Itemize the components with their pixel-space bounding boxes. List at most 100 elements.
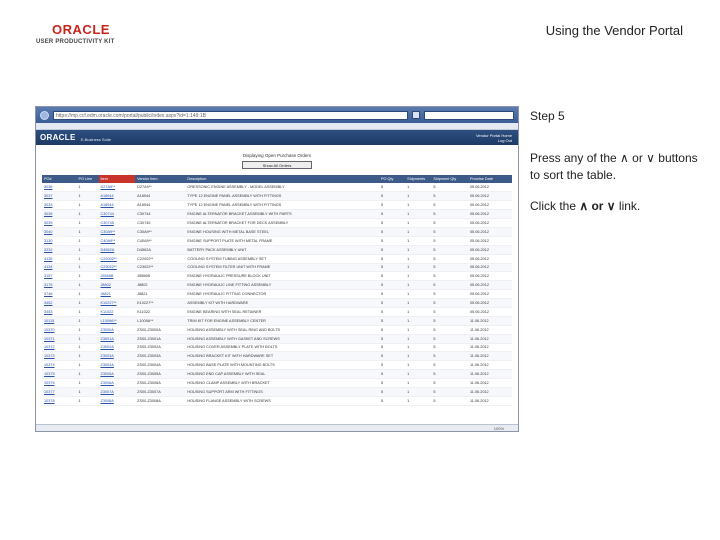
item-link[interactable]: C23022** <box>98 263 136 273</box>
column-header[interactable]: Shipment Qty <box>431 175 468 183</box>
item-link[interactable]: Z3002A <box>98 343 136 353</box>
table-cell: 1 <box>405 227 432 237</box>
table-row: 3035 1 C30744 C30744 ENGINE ALTERNATOR BRACK… <box>42 209 512 220</box>
po-number-link[interactable]: 10373 <box>42 351 77 362</box>
column-header[interactable]: Promise Date <box>467 175 512 183</box>
item-link[interactable]: J5566B <box>98 271 136 282</box>
column-header[interactable]: Item <box>98 175 136 183</box>
po-number-link[interactable]: 3040 <box>42 227 77 237</box>
column-header[interactable]: Vendor Item <box>135 175 186 183</box>
table-cell: L1009A** <box>135 316 186 326</box>
table-cell: COOLING SYSTEM FILTER UNIT WITH FRAME <box>185 263 379 273</box>
item-link[interactable]: Z3004A <box>98 360 136 371</box>
table-cell: TYPE 12 ENGINE PANEL ASSEMBLY WITH FITTI… <box>185 200 379 211</box>
table-cell: C23022** <box>135 263 186 273</box>
show-all-orders-button[interactable]: Show All Orders <box>242 161 312 169</box>
browser-search-input[interactable] <box>424 110 514 120</box>
column-header[interactable]: PO# <box>42 175 77 183</box>
app-content: Displaying Open Purchase Orders Show All… <box>36 145 518 406</box>
oracle-upk-logo: ORACLE USER PRODUCTIVITY KIT <box>36 22 156 48</box>
table-cell: TYPE 12 ENGINE PANEL ASSEMBLY WITH FITTI… <box>185 191 379 202</box>
item-link[interactable]: C40A9** <box>98 236 136 246</box>
item-link[interactable]: Z3008A <box>98 396 136 406</box>
po-number-link[interactable]: 10115 <box>42 316 77 326</box>
item-link[interactable]: C30A9** <box>98 227 136 237</box>
table-cell: 1 <box>405 191 432 202</box>
po-number-link[interactable]: 10374 <box>42 360 77 371</box>
purchase-orders-table: PO# PO Line Item Vendor Item Description PO Q… <box>42 175 512 406</box>
table-row: 3232 1 D4562A D4562A BATTERY PACK ASSEMBLY U… <box>42 245 512 255</box>
item-link[interactable]: K11022 <box>98 307 136 317</box>
po-number-link[interactable]: 3232 <box>42 245 77 255</box>
po-number-link[interactable]: 3033 <box>42 200 77 211</box>
item-link[interactable]: K10227** <box>98 298 136 308</box>
po-number-link[interactable]: 3453 <box>42 307 77 317</box>
po-number-link[interactable]: 3035 <box>42 209 77 220</box>
item-link[interactable]: Z3001A <box>98 334 136 344</box>
table-cell: HOUSING END CAP ASSEMBLY WITH SEAL <box>185 369 379 380</box>
item-link[interactable]: Z3005A <box>98 369 136 380</box>
po-number-link[interactable]: 10372 <box>42 343 77 353</box>
item-link[interactable]: C22002** <box>98 254 136 264</box>
po-number-link[interactable]: 4135 <box>42 254 77 264</box>
po-number-link[interactable]: 3452 <box>42 298 77 308</box>
browser-toolbar: https://mp.ccf.edm.oracle.com/portal/pub… <box>36 107 518 123</box>
logo-subtitle: USER PRODUCTIVITY KIT <box>36 39 115 45</box>
action-suffix: link. <box>615 199 641 213</box>
item-link[interactable]: Z3006A <box>98 378 136 388</box>
table-cell: ENGINE BEARING WITH SEAL RETAINER <box>185 307 379 317</box>
table-row: 3040 1 C30A9** C30A9** ENGINE HOUSING WITH M… <box>42 227 512 237</box>
table-cell: 11.06.2012 <box>467 369 512 380</box>
table-cell: 1 <box>405 351 432 362</box>
po-number-link[interactable]: 3036 <box>42 183 77 193</box>
po-number-link[interactable]: 10375 <box>42 369 77 380</box>
item-link[interactable]: J8821 <box>98 289 136 300</box>
column-header[interactable]: Description <box>185 175 379 183</box>
address-bar[interactable]: https://mp.ccf.edm.oracle.com/portal/pub… <box>53 110 408 120</box>
po-number-link[interactable]: 10378 <box>42 396 77 406</box>
item-link[interactable]: D27A9** <box>98 183 136 193</box>
item-link[interactable]: A18944 <box>98 191 136 202</box>
back-button[interactable] <box>40 110 49 120</box>
item-link[interactable]: D4562A <box>98 245 136 255</box>
table-cell: 5 <box>431 236 468 246</box>
table-row: 4134 1 C23022** C23022** COOLING SYSTEM FILT… <box>42 263 512 273</box>
item-link[interactable]: C30744 <box>98 209 136 220</box>
po-number-link[interactable]: 3746 <box>42 289 77 300</box>
po-number-link[interactable]: 3037 <box>42 191 77 202</box>
table-cell: 5 <box>379 200 406 211</box>
po-number-link[interactable]: 3175 <box>42 280 77 291</box>
po-number-link[interactable]: 10371 <box>42 334 77 344</box>
table-cell: 1 <box>76 387 99 397</box>
po-number-link[interactable]: 4134 <box>42 263 77 273</box>
item-link[interactable]: C30745 <box>98 218 136 228</box>
table-cell: K11022 <box>135 307 186 317</box>
table-cell: 5 <box>379 263 406 273</box>
table-cell: 1 <box>405 360 432 371</box>
column-header[interactable]: PO Line <box>76 175 99 183</box>
po-number-link[interactable]: 3039 <box>42 218 77 228</box>
refresh-button[interactable] <box>412 111 420 119</box>
column-header[interactable]: PO Qty <box>379 175 406 183</box>
item-link[interactable]: Z3007A <box>98 387 136 397</box>
table-cell: 5 <box>431 271 468 282</box>
table-cell: ENGINE ALTERNATOR BRACKET ASSEMBLY WITH … <box>185 209 379 220</box>
table-cell: 05.06.2012 <box>467 271 512 282</box>
table-cell: 1 <box>76 191 99 202</box>
item-link[interactable]: L1009A** <box>98 316 136 326</box>
table-cell: 5 <box>379 271 406 282</box>
item-link[interactable]: Z3000A <box>98 325 136 335</box>
table-cell: 5 <box>379 227 406 237</box>
column-header[interactable]: Shipments <box>405 175 432 183</box>
po-number-link[interactable]: 10370 <box>42 325 77 335</box>
item-link[interactable]: A18944 <box>98 200 136 211</box>
item-link[interactable]: J8802 <box>98 280 136 291</box>
table-cell: 5 <box>431 227 468 237</box>
po-number-link[interactable]: 3157 <box>42 271 77 282</box>
po-number-link[interactable]: 10377 <box>42 387 77 397</box>
po-number-link[interactable]: 3130 <box>42 236 77 246</box>
logout-link[interactable]: Log Out <box>476 138 512 143</box>
item-link[interactable]: Z3003A <box>98 351 136 362</box>
table-cell: 5 <box>431 218 468 228</box>
po-number-link[interactable]: 10376 <box>42 378 77 388</box>
